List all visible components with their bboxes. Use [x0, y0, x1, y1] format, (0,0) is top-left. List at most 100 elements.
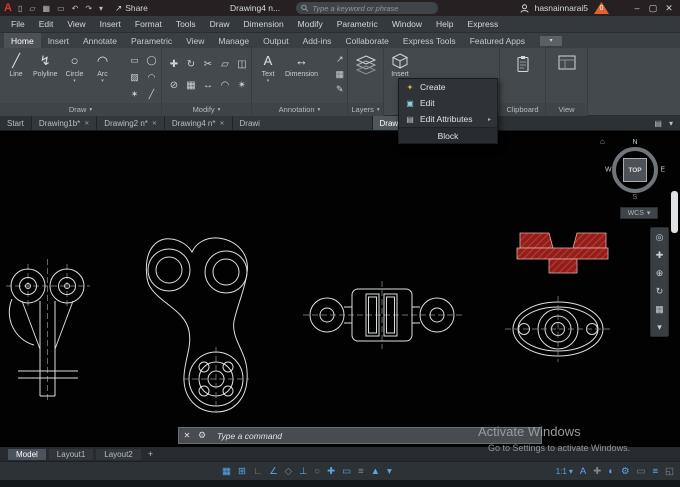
menu-item[interactable]: Express — [461, 19, 506, 29]
drawing-tab[interactable]: Drawing2 n* ✕ — [97, 116, 165, 130]
viewcube-south[interactable]: S — [633, 194, 638, 201]
draw-tool-icon[interactable]: ✶ — [131, 89, 139, 100]
draw-tool-icon[interactable]: ▨ — [130, 72, 139, 83]
status-toggle-icon[interactable]: ▾ — [387, 462, 392, 481]
draw-tool-icon[interactable]: ◠ — [148, 72, 156, 83]
ribbon-tab[interactable]: Output — [256, 33, 296, 48]
ribbon-tab[interactable]: Featured Apps — [463, 33, 532, 48]
ribbon-tab[interactable]: Insert — [41, 33, 76, 48]
navigation-tool-icon[interactable]: ▾ — [657, 322, 662, 332]
status-toggle-icon[interactable]: ◇ — [285, 462, 292, 481]
modify-tool-icon[interactable]: ✂ — [204, 59, 212, 70]
navigation-tool-icon[interactable]: ◎ — [656, 232, 664, 242]
panel-label-clipboard[interactable]: Clipboard — [500, 103, 545, 116]
alert-badge[interactable]: 0 — [594, 2, 609, 14]
qat-tool-icon[interactable]: ▦ — [43, 4, 51, 13]
menu-item[interactable]: Insert — [93, 19, 128, 29]
modify-tool-icon[interactable]: ↔ — [203, 80, 213, 91]
command-prompt[interactable]: Type a command — [217, 431, 282, 441]
share-button[interactable]: ↗ Share — [115, 3, 148, 14]
search-input[interactable] — [312, 3, 433, 13]
search-box[interactable] — [296, 2, 438, 14]
status-tool-icon[interactable]: A — [580, 462, 586, 481]
status-toggle-icon[interactable]: ✚ — [327, 462, 335, 481]
viewcube-east[interactable]: E — [660, 167, 665, 174]
layout-tab[interactable]: Layout2 — [96, 448, 141, 460]
ribbon-tab[interactable]: Manage — [211, 33, 256, 48]
modify-tool-icon[interactable]: ⊘ — [170, 80, 178, 91]
drawing-tab[interactable]: Start — [0, 116, 32, 130]
layout-tab[interactable]: Model — [8, 448, 46, 460]
ribbon-tab[interactable]: Express Tools — [396, 33, 463, 48]
panel-label-view[interactable]: View — [546, 103, 587, 116]
navigation-tool-icon[interactable]: ↻ — [656, 286, 664, 296]
ribbon-tab[interactable]: Annotate — [76, 33, 124, 48]
menu-item[interactable]: File — [4, 19, 32, 29]
status-tool-icon[interactable]: ✚ — [593, 462, 601, 481]
annotation-tool-icon[interactable]: ▦ — [335, 69, 344, 80]
navigation-tool-icon[interactable]: ⊕ — [656, 268, 664, 278]
menu-item[interactable]: Tools — [169, 19, 203, 29]
menu-item-edit-attributes[interactable]: ▤ Edit Attributes ▸ — [399, 111, 497, 127]
drawing-tab[interactable]: Drawing1b* ✕ — [31, 116, 98, 130]
viewcube-north[interactable]: N — [632, 139, 637, 146]
qat-tool-icon[interactable]: ↶ — [72, 4, 79, 13]
viewcube[interactable]: ⌂ N W E S TOP — [600, 137, 666, 201]
panel-label-annotation[interactable]: Annotation ▾ — [252, 103, 347, 116]
qat-tool-icon[interactable]: ▭ — [57, 4, 65, 13]
ribbon-tool-button[interactable]: ╱ Line — [2, 50, 30, 84]
ribbon-tool-button[interactable]: ↯ Polyline — [30, 50, 61, 84]
close-icon[interactable]: ✕ — [84, 120, 89, 127]
status-toggle-icon[interactable]: ▦ — [222, 462, 231, 481]
modify-tool-icon[interactable]: ◠ — [221, 80, 230, 91]
draw-tool-icon[interactable]: ╱ — [149, 89, 154, 100]
draw-tool-icon[interactable]: ▭ — [130, 55, 139, 66]
new-layout-button[interactable]: + — [148, 449, 153, 459]
status-toggle-icon[interactable]: ⊥ — [299, 462, 307, 481]
status-toggle-icon[interactable]: ∠ — [269, 462, 278, 481]
tab-list-icon[interactable]: ▤ — [654, 119, 662, 128]
modify-tool-icon[interactable]: ▱ — [221, 59, 229, 70]
ribbon-tab[interactable]: Home — [4, 33, 41, 48]
qat-tool-icon[interactable]: ↷ — [85, 4, 92, 13]
ribbon-tab[interactable]: View — [179, 33, 211, 48]
drawing-canvas[interactable]: ⌂ N W E S TOP WCS ▾ ◎ ✚ ⊕ ↻ ▦ ▾ ✕ ⚙ Type a co… — [0, 131, 680, 447]
panel-label-modify[interactable]: Modify ▾ — [162, 103, 251, 116]
menu-item[interactable]: Parametric — [330, 19, 385, 29]
menu-item[interactable]: Modify — [291, 19, 330, 29]
ribbon-tool-button[interactable]: ◠ Arc ▾ — [89, 50, 117, 84]
view-icon[interactable] — [558, 55, 576, 75]
modify-tool-icon[interactable]: ✚ — [170, 59, 178, 70]
annotation-tool-icon[interactable]: ↗ — [336, 54, 344, 65]
block-panel-title[interactable]: Block — [399, 127, 497, 143]
close-button[interactable]: ✕ — [661, 0, 677, 16]
drawing-tab[interactable]: Drawing4 n* ✕ — [164, 116, 233, 130]
panel-label-layers[interactable]: Layers ▾ — [348, 103, 383, 116]
menu-item[interactable]: Dimension — [237, 19, 291, 29]
close-icon[interactable]: ✕ — [219, 120, 224, 127]
autocad-logo-icon[interactable]: A — [4, 0, 12, 16]
viewcube-west[interactable]: W — [605, 167, 612, 174]
status-toggle-icon[interactable]: ∟ — [253, 462, 262, 481]
layout-tab[interactable]: Layout1 — [48, 448, 94, 460]
ribbon-tab[interactable]: Add-ins — [296, 33, 339, 48]
layers-icon[interactable] — [355, 55, 377, 80]
modify-tool-icon[interactable]: ▦ — [186, 80, 195, 91]
minimize-button[interactable]: – — [629, 0, 645, 16]
annotation-tool-icon[interactable]: ✎ — [336, 84, 344, 95]
vertical-scrollbar-thumb[interactable] — [671, 191, 678, 233]
menu-item[interactable]: Draw — [203, 19, 237, 29]
draw-tool-icon[interactable]: ◯ — [146, 55, 156, 66]
maximize-button[interactable]: ▢ — [645, 0, 661, 16]
status-toggle-icon[interactable]: ▭ — [342, 462, 351, 481]
username[interactable]: hasnainnarai5 — [535, 3, 588, 13]
status-tool-icon[interactable]: ◐ — [608, 462, 614, 481]
menu-item-create[interactable]: ✦ Create — [399, 79, 497, 95]
customize-icon[interactable]: ⚙ — [195, 430, 209, 441]
ribbon-tool-button[interactable]: A Text ▾ — [254, 50, 282, 84]
menu-item-edit[interactable]: ▣ Edit — [399, 95, 497, 111]
chevron-down-icon[interactable]: ▾ — [669, 119, 673, 128]
ribbon-tab[interactable]: Parametric — [124, 33, 179, 48]
status-tool-icon[interactable]: ◱ — [665, 462, 674, 481]
menu-item[interactable]: Help — [429, 19, 460, 29]
